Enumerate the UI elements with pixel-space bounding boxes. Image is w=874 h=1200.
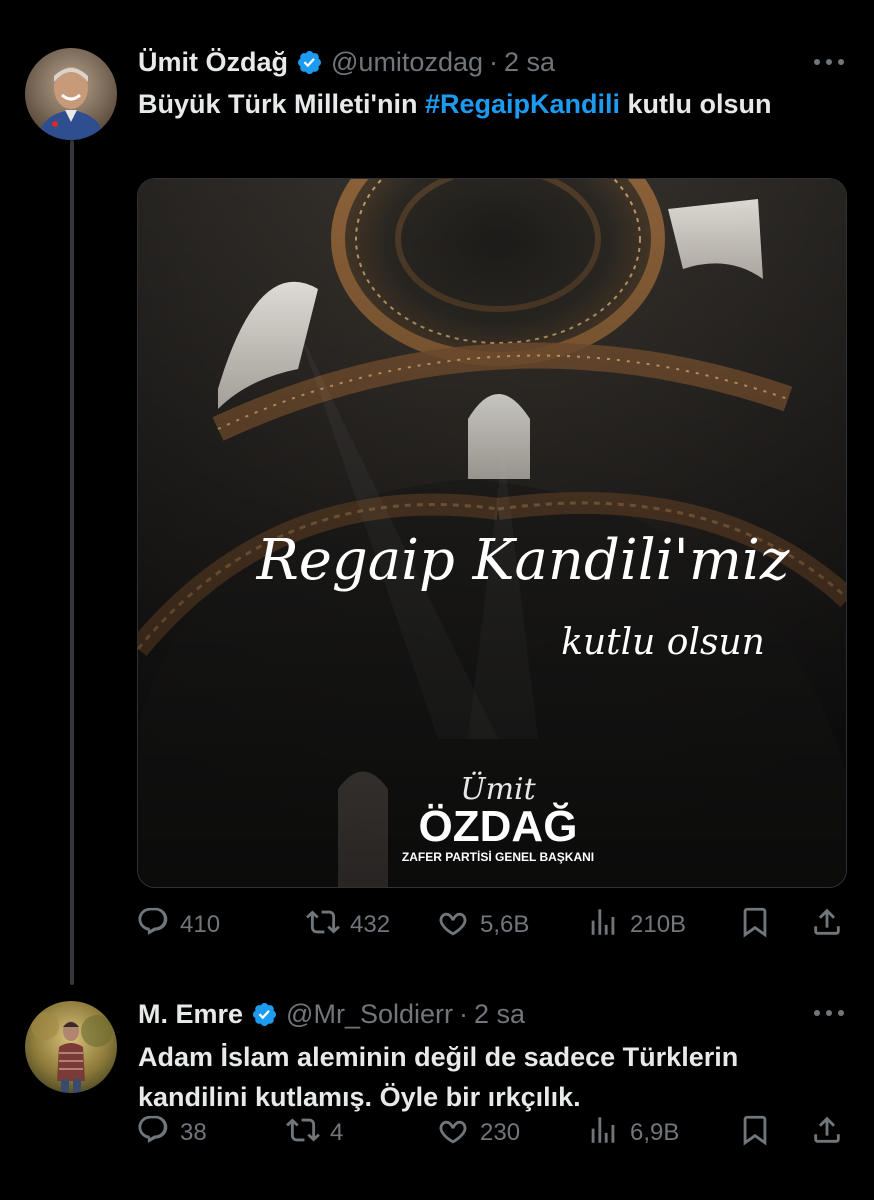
- reply-button[interactable]: 410: [136, 905, 220, 945]
- tweet-text: Adam İslam aleminin değil de sadece Türk…: [138, 1042, 739, 1112]
- author-handle[interactable]: @Mr_Soldierr: [286, 999, 453, 1030]
- repost-icon: [306, 905, 340, 946]
- repost-count: 432: [350, 911, 391, 938]
- repost-count: 4: [330, 1119, 344, 1146]
- logo-caption: ZAFER PARTİSİ GENEL BAŞKANI: [402, 849, 594, 864]
- tweet-header: Ümit Özdağ @umitozdag · 2 sa: [138, 44, 555, 80]
- bookmark-button[interactable]: [738, 905, 772, 945]
- like-button[interactable]: 230: [436, 1113, 520, 1153]
- timestamp[interactable]: 2 sa: [504, 47, 555, 78]
- logo-name: ÖZDAĞ: [419, 801, 578, 851]
- views-button[interactable]: 6,9B: [586, 1113, 679, 1153]
- bookmark-icon: [738, 1113, 772, 1154]
- heart-icon: [436, 905, 470, 946]
- share-button[interactable]: [810, 905, 844, 945]
- reply-icon: [136, 1113, 170, 1154]
- tweet-text-start: Büyük Türk Milleti'nin: [138, 89, 425, 119]
- author-handle[interactable]: @umitozdag: [331, 47, 483, 78]
- repost-button[interactable]: 432: [306, 905, 390, 945]
- verified-badge-icon[interactable]: [296, 49, 323, 76]
- avatar[interactable]: [25, 48, 117, 140]
- separator-dot: ·: [489, 46, 498, 77]
- tweet-media-image[interactable]: Regaip Kandili'miz kutlu olsun Ümit ÖZDA…: [137, 178, 847, 888]
- bookmark-button[interactable]: [738, 1113, 772, 1153]
- views-count: 210B: [630, 911, 687, 938]
- reply-button[interactable]: 38: [136, 1113, 207, 1153]
- avatar[interactable]: [25, 1001, 117, 1093]
- tweet-actions: 410 432 5,6B 210B: [136, 905, 848, 945]
- share-icon: [810, 1113, 844, 1154]
- tweet-text-end: kutlu olsun: [620, 89, 772, 119]
- more-horizontal-icon[interactable]: [814, 57, 844, 67]
- author-name[interactable]: M. Emre: [138, 999, 243, 1030]
- share-button[interactable]: [810, 1113, 844, 1153]
- bookmark-icon: [738, 905, 772, 946]
- share-icon: [810, 905, 844, 946]
- verified-badge-icon[interactable]: [251, 1001, 278, 1028]
- like-count: 230: [480, 1119, 521, 1146]
- like-count: 5,6B: [480, 911, 530, 938]
- repost-icon: [286, 1113, 320, 1154]
- tweet-original[interactable]: Ümit Özdağ @umitozdag · 2 sa Büyük Türk …: [0, 0, 874, 985]
- views-icon: [586, 905, 620, 946]
- repost-button[interactable]: 4: [286, 1113, 343, 1153]
- views-icon: [586, 1113, 620, 1154]
- heart-icon: [436, 1113, 470, 1154]
- timestamp[interactable]: 2 sa: [474, 999, 525, 1030]
- views-button[interactable]: 210B: [586, 905, 686, 945]
- reply-icon: [136, 905, 170, 946]
- separator-dot: ·: [459, 998, 468, 1029]
- reply-count: 38: [180, 1119, 207, 1146]
- hashtag-link[interactable]: #RegaipKandili: [425, 89, 620, 119]
- more-horizontal-icon[interactable]: [814, 1008, 844, 1018]
- reply-count: 410: [180, 911, 221, 938]
- tweet-actions: 38 4 230 6,9B: [136, 1113, 848, 1153]
- media-title: Regaip Kandili'miz: [256, 528, 790, 593]
- media-subtitle: kutlu olsun: [561, 622, 765, 663]
- views-count: 6,9B: [630, 1119, 680, 1146]
- tweet-reply[interactable]: M. Emre @Mr_Soldierr · 2 sa Adam İslam a…: [0, 985, 874, 1200]
- tweet-text: Büyük Türk Milleti'nin #RegaipKandili ku…: [138, 84, 848, 124]
- tweet-header: M. Emre @Mr_Soldierr · 2 sa: [138, 996, 525, 1032]
- author-name[interactable]: Ümit Özdağ: [138, 47, 288, 78]
- like-button[interactable]: 5,6B: [436, 905, 529, 945]
